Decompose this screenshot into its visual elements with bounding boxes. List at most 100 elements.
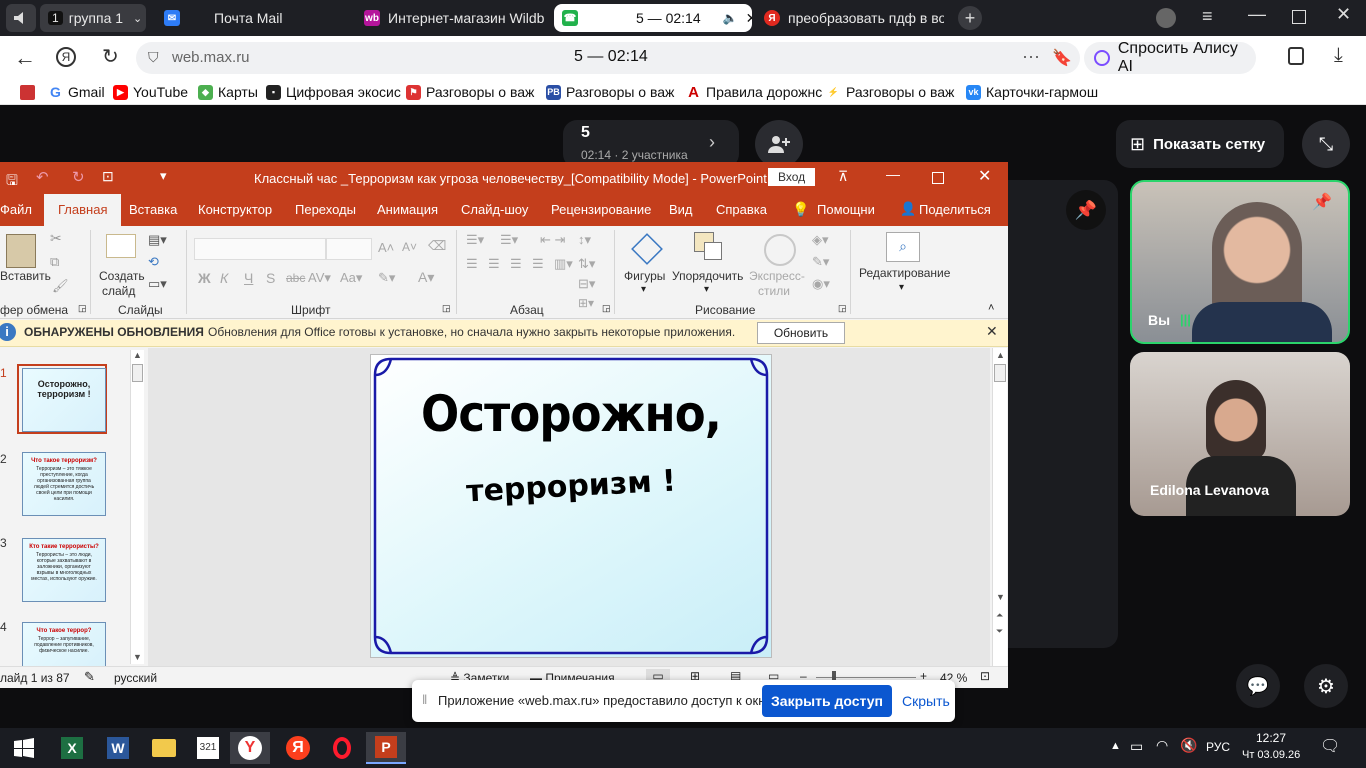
tray-device-icon[interactable]: ▭ xyxy=(1130,738,1143,755)
columns-icon[interactable]: ▥▾ xyxy=(554,256,573,272)
bullets-icon[interactable]: ☰▾ xyxy=(466,232,484,248)
tab-help[interactable]: Справка xyxy=(716,202,767,217)
italic-icon[interactable]: К xyxy=(220,270,228,286)
bookmark-ecosystem[interactable]: ▪ Цифровая экосис xyxy=(266,84,401,100)
bookmark-gmail[interactable]: G Gmail xyxy=(48,84,105,100)
layout-icon[interactable]: ▤▾ xyxy=(148,232,167,248)
bookmark-cards[interactable]: vk Карточки-гармош xyxy=(966,84,1098,100)
previous-slide-icon[interactable]: ⏶ xyxy=(996,610,1003,621)
dialog-launcher-icon[interactable]: ◲ xyxy=(602,303,611,314)
tab-yandex[interactable]: Я преобразовать пдф в вор xyxy=(764,4,944,32)
scroll-down-icon[interactable]: ▼ xyxy=(133,652,142,662)
tab-call[interactable]: ☎ 5 — 02:14 🔈 ✕ xyxy=(554,4,752,32)
shapes-icon[interactable] xyxy=(631,233,663,265)
shape-outline-icon[interactable]: ✎▾ xyxy=(812,254,829,270)
customize-icon[interactable]: ▾ xyxy=(160,168,167,184)
slide-title[interactable]: Осторожно, xyxy=(391,385,751,443)
new-slide-label-1[interactable]: Создать xyxy=(99,269,145,283)
bold-icon[interactable]: Ж xyxy=(198,270,211,286)
dialog-launcher-icon[interactable]: ◲ xyxy=(78,303,87,314)
tab-animation[interactable]: Анимация xyxy=(377,202,438,217)
minimize-icon[interactable]: — xyxy=(886,166,900,182)
start-button[interactable] xyxy=(4,732,44,764)
taskbar-yandex[interactable]: Я xyxy=(278,732,318,764)
tab-wildberries[interactable]: wb Интернет-магазин Wildberries xyxy=(364,4,544,32)
clock-date[interactable]: Чт 03.09.26 xyxy=(1242,749,1300,761)
shape-effects-icon[interactable]: ◉▾ xyxy=(812,276,830,292)
tab-slideshow[interactable]: Слайд-шоу xyxy=(461,202,528,217)
scroll-thumb[interactable] xyxy=(132,364,143,382)
taskbar-calculator-app[interactable]: 321 xyxy=(188,732,228,764)
search-icon[interactable]: ⌕ xyxy=(886,232,920,262)
strikethrough-icon[interactable]: abc xyxy=(286,271,305,285)
spellcheck-icon[interactable]: ✎ xyxy=(84,669,95,685)
undo-icon[interactable]: ↶ xyxy=(36,168,49,186)
case-icon[interactable]: Aa▾ xyxy=(340,270,362,286)
collapse-ribbon-icon[interactable]: ˄ xyxy=(988,302,994,314)
quick-styles-label-2[interactable]: стили xyxy=(758,284,790,298)
arrange-button[interactable]: Упорядочить xyxy=(672,269,743,283)
taskbar-explorer[interactable] xyxy=(144,732,184,764)
next-slide-icon[interactable]: ⏷ xyxy=(996,626,1003,637)
bookmark-talks-3[interactable]: ⚡ Разговоры о важ xyxy=(826,84,954,100)
tab-transitions[interactable]: Переходы xyxy=(295,202,356,217)
stop-sharing-button[interactable]: Закрыть доступ xyxy=(762,685,892,717)
participant-tile-self[interactable]: 📌 Вы ||| xyxy=(1130,180,1350,344)
slide-editing-canvas[interactable]: Осторожно, терроризм ! ▲ ▼ ⏶ ⏷ xyxy=(148,348,1007,666)
tab-group[interactable]: 1 группа 1 ⌄ xyxy=(40,4,146,32)
paste-icon[interactable] xyxy=(6,234,36,268)
pin-button[interactable]: 📌 xyxy=(1066,190,1106,230)
spacing-icon[interactable]: AV▾ xyxy=(308,270,331,286)
thumbnails-scrollbar[interactable]: ▲ ▼ xyxy=(130,350,144,664)
pin-icon[interactable]: 📌 xyxy=(1312,192,1332,212)
highlight-icon[interactable]: ✎▾ xyxy=(378,270,395,286)
minimize-icon[interactable]: — xyxy=(1248,4,1266,25)
collections-icon[interactable] xyxy=(1288,47,1304,65)
profile-icon[interactable] xyxy=(1156,8,1176,28)
chat-button[interactable]: 💬 xyxy=(1236,664,1280,708)
close-window-icon[interactable]: ✕ xyxy=(1336,4,1351,25)
clear-format-icon[interactable]: ⌫ xyxy=(428,238,446,254)
volume-muted-icon[interactable]: 🔇 xyxy=(1180,737,1197,754)
editing-button[interactable]: Редактирование xyxy=(859,266,950,280)
bookmark-maps[interactable]: ◆ Карты xyxy=(198,84,258,100)
menu-icon[interactable]: ≡ xyxy=(1202,6,1213,27)
paste-button[interactable]: Вставить xyxy=(0,269,51,283)
font-size-select[interactable] xyxy=(326,238,372,260)
format-painter-icon[interactable]: 🖌 xyxy=(52,278,69,294)
input-language[interactable]: РУС xyxy=(1206,740,1230,754)
address-field[interactable]: ⛉ web.max.ru 5 — 02:14 ··· 🔖 xyxy=(136,42,1080,74)
dialog-launcher-icon[interactable]: ◲ xyxy=(442,303,451,314)
scroll-down-icon[interactable]: ▼ xyxy=(996,592,1005,602)
align-right-icon[interactable]: ☰ xyxy=(510,256,522,272)
language-label[interactable]: русский xyxy=(114,671,157,685)
slide-thumbnail-3[interactable]: Кто такие террористы? Террористы – это л… xyxy=(22,538,106,602)
dialog-launcher-icon[interactable]: ◲ xyxy=(838,303,847,314)
taskbar-powerpoint[interactable]: P xyxy=(366,732,406,764)
tab-insert[interactable]: Вставка xyxy=(129,202,177,217)
align-left-icon[interactable]: ☰ xyxy=(466,256,478,272)
share-button[interactable]: Поделиться xyxy=(919,202,991,217)
close-icon[interactable]: ✕ xyxy=(978,166,991,186)
new-slide-icon[interactable] xyxy=(106,234,136,258)
justify-icon[interactable]: ☰ xyxy=(532,256,544,272)
shrink-font-icon[interactable]: A˅ xyxy=(402,240,417,254)
bookmark-traffic-rules[interactable]: A Правила дорожнс xyxy=(686,84,822,101)
tab-review[interactable]: Рецензирование xyxy=(551,202,651,217)
line-spacing-icon[interactable]: ↕▾ xyxy=(578,232,591,248)
quick-styles-label-1[interactable]: Экспресс- xyxy=(749,269,805,283)
speaker-icon[interactable]: 🔈 xyxy=(723,11,738,25)
save-icon[interactable]: 🖫 xyxy=(6,170,18,194)
bookmark-talks-2[interactable]: PB Разговоры о важ xyxy=(546,84,674,100)
current-slide[interactable]: Осторожно, терроризм ! xyxy=(370,354,772,658)
font-name-select[interactable] xyxy=(194,238,326,260)
slide-thumbnails-pane[interactable]: 1 Осторожно, терроризм ! 2 Что такое тер… xyxy=(0,348,146,667)
reset-icon[interactable]: ⟲ xyxy=(148,254,159,270)
taskbar-opera[interactable] xyxy=(322,732,362,764)
tab-file[interactable]: Файл xyxy=(0,202,32,217)
hide-notice-button[interactable]: Скрыть xyxy=(902,693,950,709)
update-button[interactable]: Обновить xyxy=(757,322,845,344)
font-color-icon[interactable]: A▾ xyxy=(418,269,434,286)
slide-thumbnail-1[interactable]: Осторожно, терроризм ! xyxy=(22,368,106,432)
zoom-slider[interactable] xyxy=(816,671,916,683)
